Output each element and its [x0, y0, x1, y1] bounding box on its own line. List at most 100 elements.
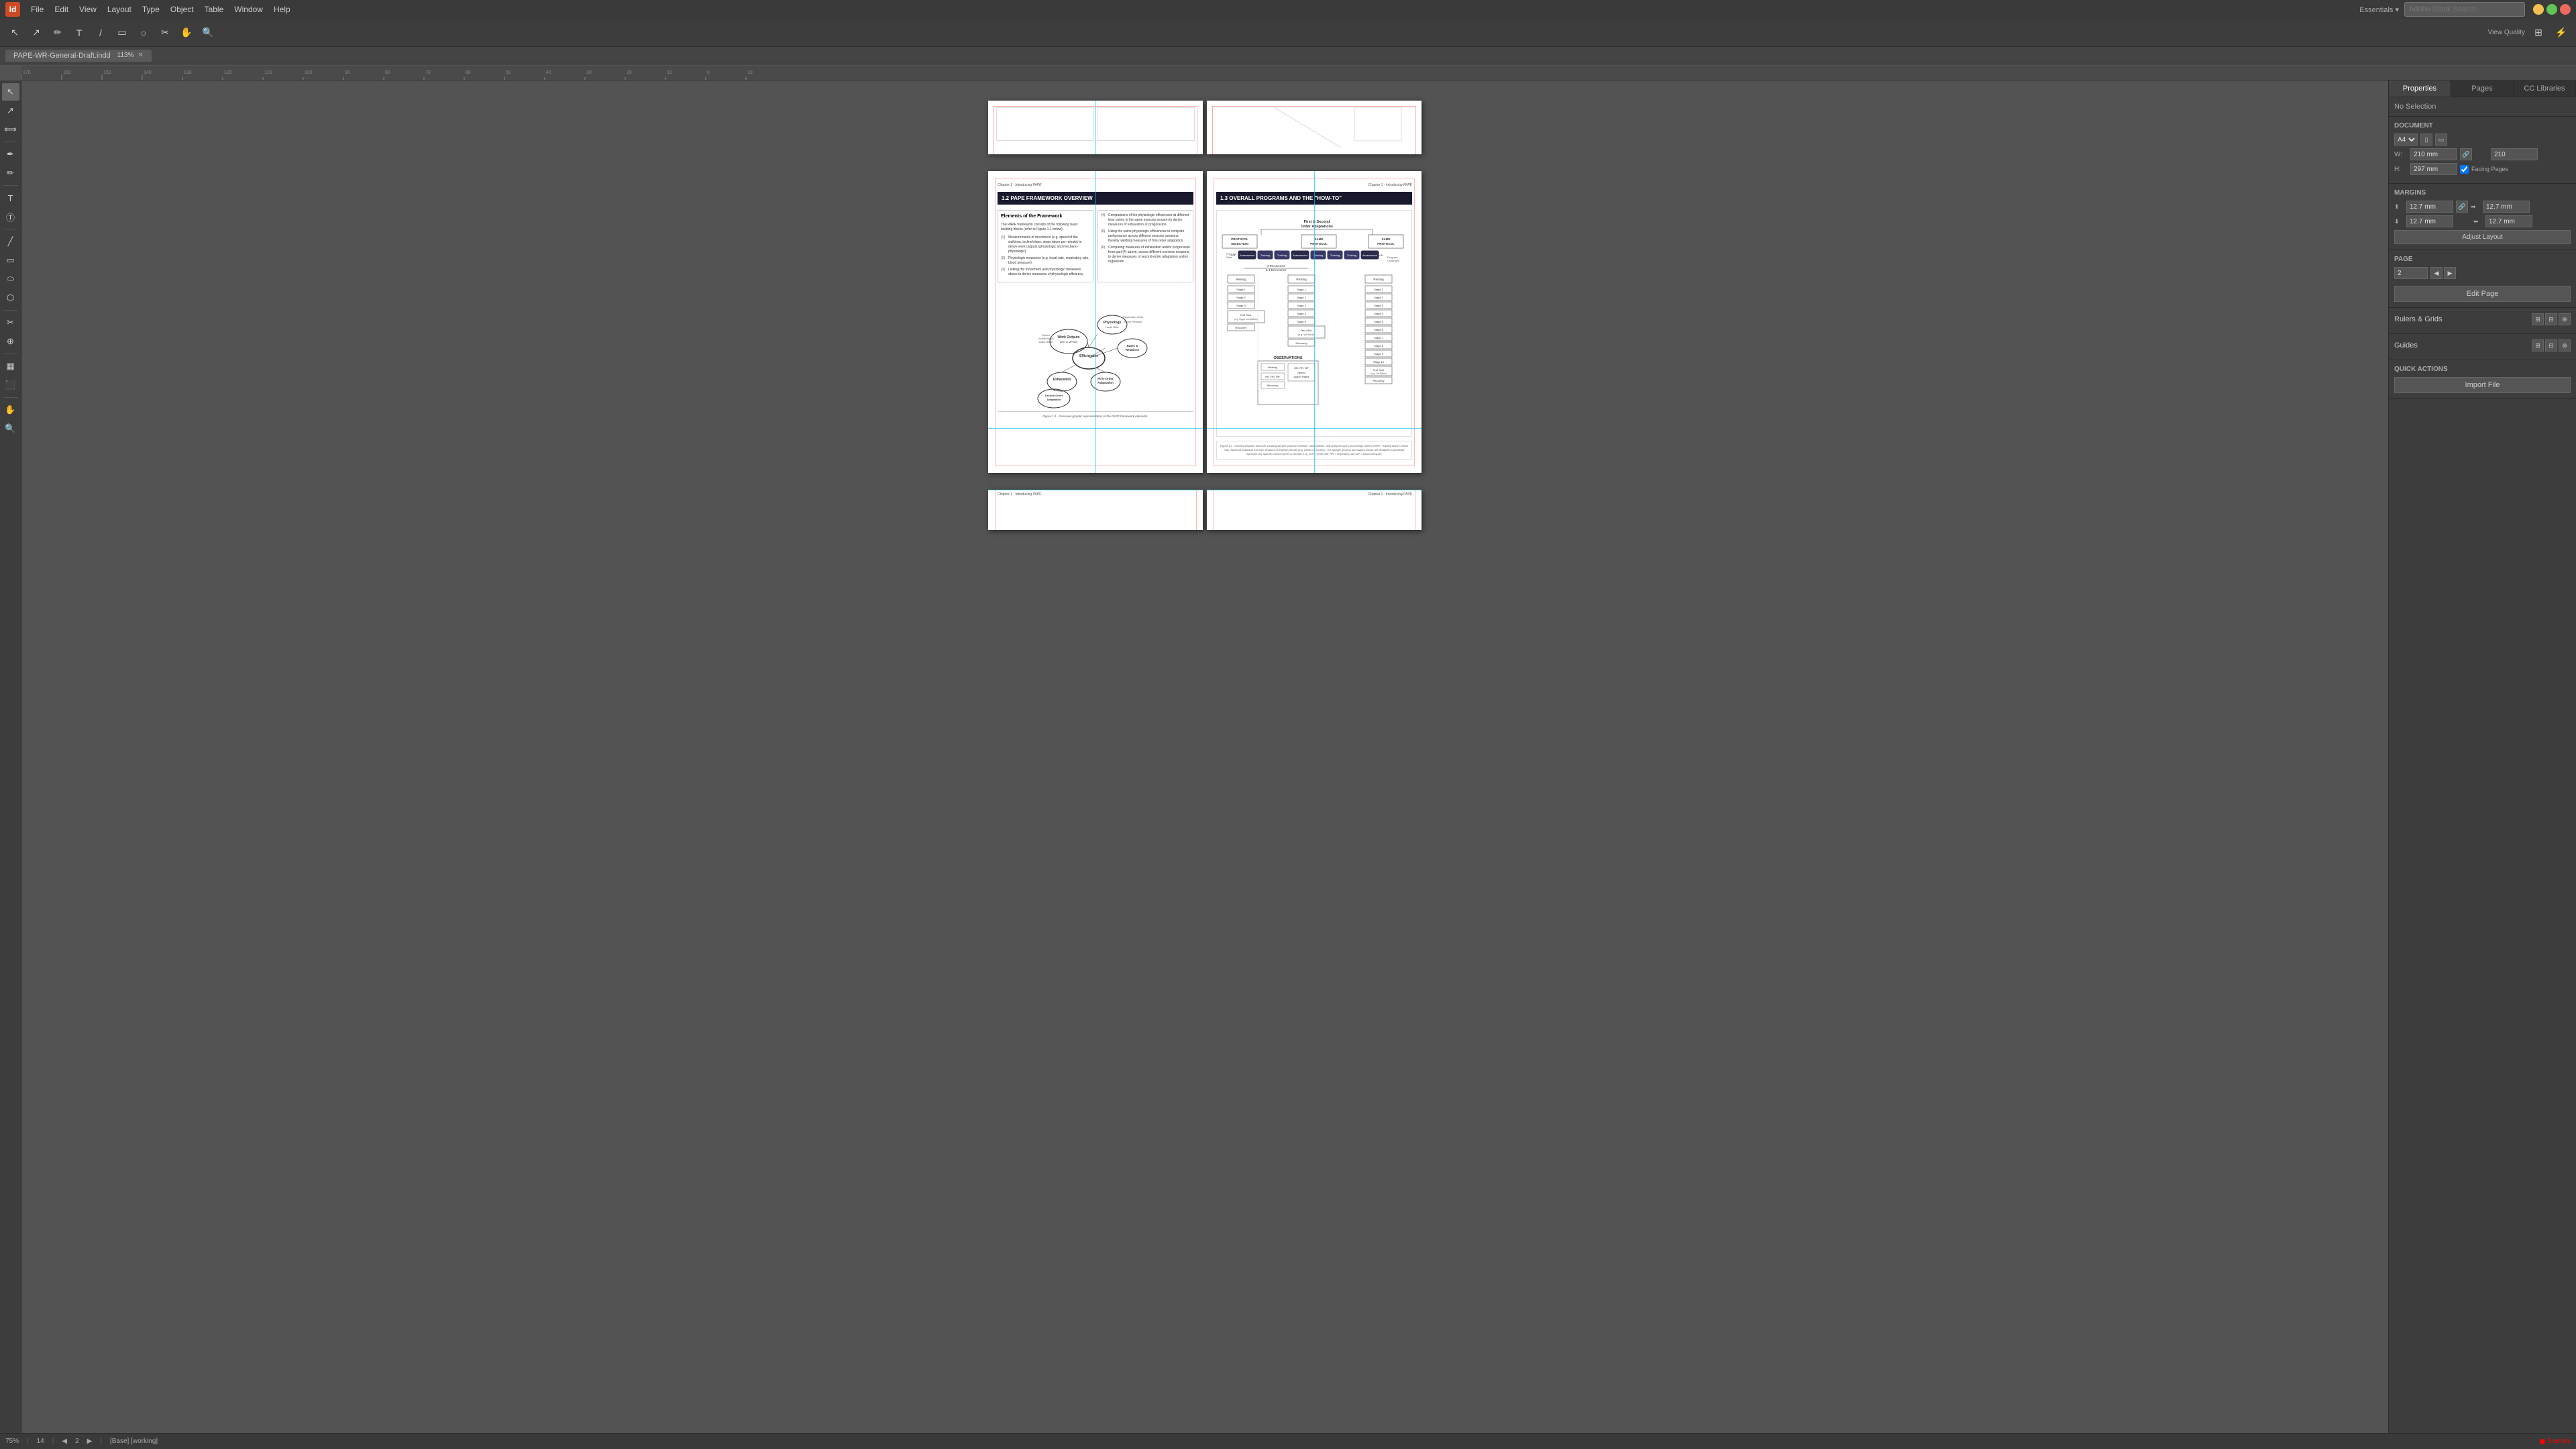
svg-text:Stage 5: Stage 5 [1297, 320, 1307, 323]
tool-type[interactable]: T [70, 23, 89, 42]
svg-text:140: 140 [144, 70, 152, 75]
import-file-button[interactable]: Import File [2394, 377, 2571, 393]
menu-file[interactable]: File [25, 3, 49, 15]
width-input[interactable] [2410, 148, 2457, 160]
tool-direct-select[interactable]: ↗ [27, 23, 46, 42]
grids-options-icon[interactable]: ⊕ [2559, 313, 2571, 325]
current-page[interactable]: ◀ [62, 1438, 67, 1445]
rulers-icon[interactable]: ⊞ [2532, 313, 2544, 325]
tool-pen[interactable]: ✏ [48, 23, 67, 42]
panel-tab-cc-libraries[interactable]: CC Libraries [2514, 80, 2576, 97]
document-section: Document A4 ▯ ▭ W: 🔗 H: Facing Pages [2389, 117, 2576, 184]
grids-icon[interactable]: ⊟ [2545, 313, 2557, 325]
margin-top-input[interactable] [2406, 201, 2453, 213]
tool-scissors-tb[interactable]: ✂ [2, 314, 19, 331]
guides-icon-3[interactable]: ⊕ [2559, 339, 2571, 352]
panel-tab-properties[interactable]: Properties [2389, 80, 2451, 97]
menu-object[interactable]: Object [165, 3, 199, 15]
tool-scissors[interactable]: ✂ [156, 23, 174, 42]
page-size-select[interactable]: A4 [2394, 133, 2418, 146]
menu-help[interactable]: Help [268, 3, 296, 15]
document-tab[interactable]: PAPE-WR-General-Draft.indd 113% ✕ [5, 50, 152, 62]
view-mode-btn[interactable]: ⊞ [2529, 23, 2548, 42]
page-orientation-landscape[interactable]: ▭ [2435, 133, 2447, 146]
svg-text:Recovery: Recovery [1296, 341, 1307, 345]
panel-tab-pages[interactable]: Pages [2451, 80, 2514, 97]
facing-pages-checkbox[interactable] [2460, 165, 2469, 174]
tool-selection[interactable]: ↖ [2, 83, 19, 101]
tool-rect[interactable]: ▭ [113, 23, 131, 42]
link-margins-icon[interactable]: 🔗 [2456, 201, 2468, 213]
tool-pencil[interactable]: ✏ [2, 164, 19, 182]
tool-type-tb[interactable]: T [2, 189, 19, 207]
quick-actions-section: Quick Actions Import File [2389, 360, 2576, 399]
page-forward[interactable]: ▶ [87, 1438, 93, 1445]
guides-icon-1[interactable]: ⊞ [2532, 339, 2544, 352]
menu-view[interactable]: View [74, 3, 102, 15]
menu-window[interactable]: Window [229, 3, 268, 15]
page-orientation-portrait[interactable]: ▯ [2420, 133, 2432, 146]
height-input[interactable] [2410, 163, 2457, 175]
tool-content-collector[interactable]: ⊕ [2, 333, 19, 350]
tool-gradient[interactable]: ▦ [2, 358, 19, 375]
tool-line[interactable]: / [91, 23, 110, 42]
partial-page-right [1207, 101, 1421, 154]
svg-text:Training: Training [1330, 254, 1340, 257]
maximize-button[interactable] [2546, 4, 2557, 15]
elements-title: Elements of the Framework [1001, 213, 1090, 220]
page-number[interactable]: 2 [75, 1438, 79, 1445]
zoom-level[interactable]: 75% [5, 1438, 19, 1445]
margin-right-input[interactable] [2483, 201, 2530, 213]
preflight-btn[interactable]: ⚡ [2552, 23, 2571, 42]
menu-type[interactable]: Type [137, 3, 165, 15]
program-svg: First & Second Order Adaptations PROTOCO… [1221, 215, 1413, 429]
svg-text:130: 130 [184, 70, 192, 75]
tool-zoom[interactable]: 🔍 [199, 23, 217, 42]
link-dimensions-icon[interactable]: 🔗 [2460, 148, 2472, 160]
tool-ellipse[interactable]: ○ [134, 23, 153, 42]
tool-select[interactable]: ↖ [5, 23, 24, 42]
tool-ellipse-tb[interactable]: ⬭ [2, 270, 19, 288]
edit-page-button[interactable]: Edit Page [2394, 286, 2571, 302]
svg-text:Stage 1: Stage 1 [1374, 288, 1384, 291]
svg-text:Rates &: Rates & [1127, 344, 1139, 347]
error-indicator[interactable]: 5 errors [2540, 1438, 2571, 1445]
adjust-layout-button[interactable]: Adjust Layout [2394, 230, 2571, 244]
minimize-button[interactable] [2533, 4, 2544, 15]
tool-hand[interactable]: ✋ [177, 23, 196, 42]
margin-left-input[interactable] [2485, 215, 2532, 227]
svg-text:Stage 2: Stage 2 [1236, 296, 1246, 299]
menu-layout[interactable]: Layout [102, 3, 137, 15]
svg-text:Work Outputs: Work Outputs [1058, 335, 1080, 339]
page-number-input[interactable] [2394, 267, 2428, 279]
svg-text:170: 170 [23, 70, 31, 75]
svg-text:Training: Training [1260, 254, 1270, 257]
guides-section: Guides ⊞ ⊟ ⊕ [2389, 334, 2576, 360]
svg-text:SAME: SAME [1314, 237, 1323, 241]
close-button[interactable] [2560, 4, 2571, 15]
guides-icon-2[interactable]: ⊟ [2545, 339, 2557, 352]
tool-type-path[interactable]: Ⓣ [2, 208, 19, 225]
tool-color[interactable]: ⬛ [2, 376, 19, 394]
margin-bottom-input[interactable] [2406, 215, 2453, 227]
tab-close-icon[interactable]: ✕ [138, 52, 144, 59]
page-nav-next[interactable]: ▶ [2444, 267, 2456, 279]
page-nav-prev[interactable]: ◀ [2430, 267, 2443, 279]
canvas-area[interactable]: Chapter 1 - Introducing PAPE 1.2 PAPE FR… [21, 80, 2388, 1433]
tool-pen-tb[interactable]: ✒ [2, 146, 19, 163]
tool-polygon[interactable]: ⬡ [2, 289, 19, 307]
height-input-linked[interactable] [2491, 148, 2538, 160]
menu-edit[interactable]: Edit [49, 3, 74, 15]
menu-table[interactable]: Table [199, 3, 229, 15]
svg-text:→: → [1230, 251, 1236, 258]
tool-rect-tb[interactable]: ▭ [2, 252, 19, 269]
total-pages[interactable]: 14 [37, 1438, 44, 1445]
svg-text:Stage 4: Stage 4 [1374, 312, 1384, 315]
tool-direct-select-tb[interactable]: ↗ [2, 102, 19, 119]
search-input[interactable] [2404, 2, 2525, 17]
tool-gap[interactable]: ⟺ [2, 121, 19, 138]
tool-line-tb[interactable]: ╱ [2, 233, 19, 250]
essentials-label: Essentials ▾ [2359, 5, 2399, 14]
tool-zoom-tb[interactable]: 🔍 [2, 420, 19, 437]
tool-hand-tb[interactable]: ✋ [2, 401, 19, 419]
